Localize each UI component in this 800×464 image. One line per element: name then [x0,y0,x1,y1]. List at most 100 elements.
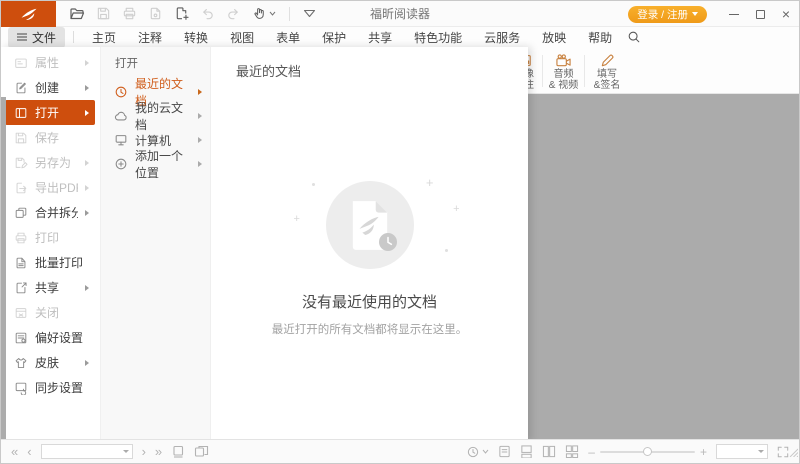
tab-convert[interactable]: 转换 [173,27,219,48]
sidebar-item-label: 偏好设置 [35,329,95,346]
sidebar-item-skin[interactable]: 皮肤 [5,350,95,375]
sidebar-item-preferences[interactable]: 偏好设置 [5,325,95,350]
sidebar-item-open[interactable]: 打开 [5,100,95,125]
submenu-arrow-icon [85,85,89,91]
continuous-view-icon[interactable] [520,445,533,458]
previous-page-icon[interactable]: ‹ [27,445,31,458]
open-item-add-place[interactable]: 添加一个位置 [101,152,210,176]
file-tab-label: 文件 [32,29,56,46]
skin-shirt-icon [14,356,28,370]
zoom-level-box [716,444,768,459]
facing-pages-icon[interactable] [194,445,209,458]
open-item-label: 我的云文档 [135,99,191,133]
app-window: 福昕阅读器 登录 / 注册 × 文件 主页 注释 转换 视图 表单 保护 共享 … [0,0,800,464]
sidebar-item-export-pdf[interactable]: 导出PDF为 [5,175,95,200]
print-icon [14,231,28,245]
sidebar-item-label: 合并拆分 [35,204,78,221]
sidebar-item-properties[interactable]: 属性 [5,50,95,75]
empty-illustration: + + + [270,181,470,269]
open-item-label: 计算机 [135,132,171,149]
minimize-button[interactable] [721,1,747,27]
tab-home[interactable]: 主页 [81,27,127,48]
first-page-icon[interactable]: « [11,445,18,458]
cloud-icon [114,109,128,123]
tab-slideshow[interactable]: 放映 [531,27,577,48]
close-document-icon [14,306,28,320]
two-page-view-icon[interactable] [542,445,556,458]
merge-split-icon [14,206,28,220]
clock-icon [114,85,128,99]
maximize-button[interactable] [747,1,773,27]
chevron-down-icon[interactable] [758,450,764,453]
search-icon[interactable] [627,30,641,44]
tab-cloud[interactable]: 云服务 [473,27,531,48]
tab-protect[interactable]: 保护 [311,27,357,48]
close-button[interactable]: × [773,1,799,27]
sidebar-item-label: 创建 [35,79,78,96]
create-icon [14,81,28,95]
single-page-view-icon[interactable] [498,445,511,458]
fill-sign-button[interactable]: 填写 &签名 [587,49,627,92]
submenu-arrow-icon [85,185,89,191]
sidebar-item-sync-settings[interactable]: 同步设置 [5,375,95,400]
sidebar-item-merge-split[interactable]: 合并拆分 [5,200,95,225]
last-page-icon[interactable]: » [155,445,162,458]
resize-grip[interactable] [788,444,798,462]
open-file-icon[interactable] [69,6,85,22]
zoom-slider-track[interactable] [600,451,695,453]
sidebar-item-save-as[interactable]: 另存为 [5,150,95,175]
ribbon-button-label: 填写 [597,69,617,80]
ribbon-button-label: & 视频 [549,80,578,91]
single-page-icon[interactable] [171,445,185,458]
chevron-down-icon [692,12,698,16]
sidebar-item-label: 共享 [35,279,78,296]
zoom-in-icon[interactable]: + [700,446,707,458]
tab-features[interactable]: 特色功能 [403,27,473,48]
tab-form[interactable]: 表单 [265,27,311,48]
sidebar-item-close[interactable]: 关闭 [5,300,95,325]
new-document-icon[interactable] [174,6,189,21]
tab-help[interactable]: 帮助 [577,27,623,48]
sparkle-icon: + [294,214,300,225]
quick-access-toolbar [69,6,316,22]
save-icon [14,131,28,145]
sidebar-item-share[interactable]: 共享 [5,275,95,300]
empty-state: + + + [211,181,528,337]
save-icon[interactable] [96,6,111,21]
open-panel-header: 打开 [101,55,210,71]
ribbon-button-label: 音频 [554,69,574,80]
audio-video-button[interactable]: 音频 & 视频 [545,49,582,92]
tab-view[interactable]: 视图 [219,27,265,48]
export-pdf-icon [14,181,28,195]
two-page-continuous-icon[interactable] [565,445,579,458]
hand-tool-icon[interactable] [252,6,276,21]
share-icon [14,281,28,295]
sidebar-item-create[interactable]: 创建 [5,75,95,100]
print-icon[interactable] [122,6,137,21]
tab-share[interactable]: 共享 [357,27,403,48]
sidebar-item-print[interactable]: 打印 [5,225,95,250]
document-properties-icon[interactable] [148,6,163,21]
open-item-cloud-documents[interactable]: 我的云文档 [101,104,210,128]
zoom-out-icon[interactable]: – [588,446,595,458]
redo-icon[interactable] [226,6,241,21]
undo-icon[interactable] [200,6,215,21]
next-page-icon[interactable]: › [142,445,146,458]
customize-toolbar-icon[interactable] [303,9,316,18]
login-register-button[interactable]: 登录 / 注册 [628,6,707,23]
page-number-input[interactable] [42,445,132,458]
tab-file[interactable]: 文件 [8,27,65,48]
empty-state-subtitle: 最近打开的所有文档都将显示在这里。 [211,321,528,337]
sidebar-item-batch-print[interactable]: 批量打印 [5,250,95,275]
submenu-arrow-icon [198,89,202,95]
rotate-view-icon[interactable] [466,445,489,459]
sidebar-item-save[interactable]: 保存 [5,125,95,150]
submenu-arrow-icon [85,60,89,66]
sidebar-item-label: 同步设置 [35,379,95,396]
open-item-label: 添加一个位置 [135,147,191,181]
menu-scrollbar[interactable] [1,97,6,442]
chevron-down-icon[interactable] [123,450,129,453]
zoom-slider-knob[interactable] [643,447,652,456]
page-number-box [41,444,133,459]
tab-comment[interactable]: 注释 [127,27,173,48]
